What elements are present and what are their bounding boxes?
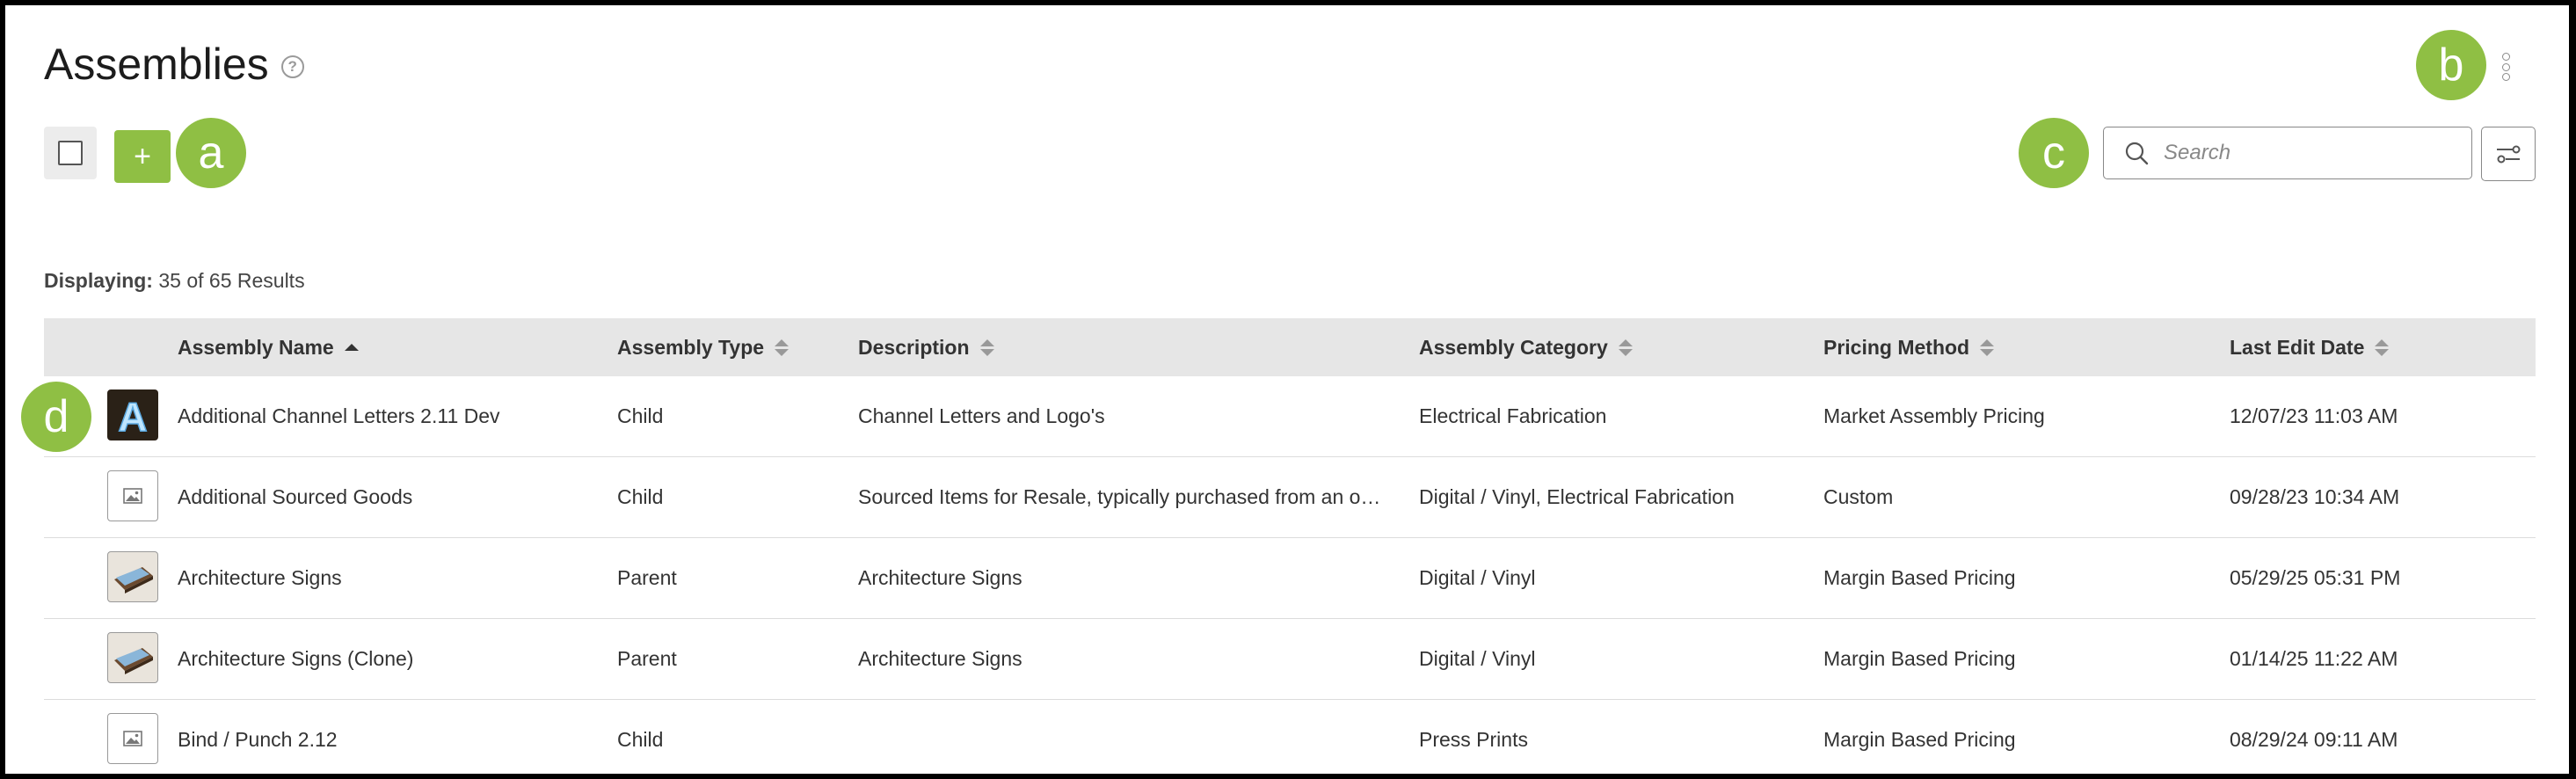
cell-description: Sourced Items for Resale, typically purc… <box>858 485 1381 508</box>
sort-icon <box>1980 339 1995 356</box>
results-count: Displaying: 35 of 65 Results <box>44 269 305 293</box>
sort-icon <box>1618 339 1633 356</box>
cell-pricing-method: Market Assembly Pricing <box>1823 404 2045 427</box>
cell-assembly-name[interactable]: Bind / Punch 2.12 <box>178 700 600 774</box>
sort-icon <box>979 339 994 356</box>
column-header-pricing-method[interactable]: Pricing Method <box>1823 318 1995 376</box>
sort-ascending-icon <box>344 344 359 351</box>
more-options-icon[interactable] <box>2500 53 2511 81</box>
cell-assembly-category: Digital / Vinyl, Electrical Fabrication <box>1419 485 1735 508</box>
cell-pricing-method: Margin Based Pricing <box>1823 647 2016 670</box>
cell-assembly-name[interactable]: Architecture Signs (Clone) <box>178 619 600 699</box>
cell-description: Architecture Signs <box>858 647 1022 670</box>
callout-badge-b: b <box>2416 30 2486 100</box>
cell-assembly-category: Press Prints <box>1419 728 1528 751</box>
cell-assembly-name[interactable]: Additional Sourced Goods <box>178 457 600 537</box>
column-header-assembly-type[interactable]: Assembly Type <box>617 318 790 376</box>
search-input[interactable] <box>2162 140 2447 166</box>
callout-badge-d: d <box>21 382 91 452</box>
column-label: Last Edit Date <box>2230 335 2365 359</box>
cell-assembly-type: Child <box>617 485 664 508</box>
column-header-assembly-category[interactable]: Assembly Category <box>1419 318 1633 376</box>
table-header: Assembly Name Assembly Type Description … <box>44 318 2536 376</box>
column-header-last-edit-date[interactable]: Last Edit Date <box>2230 318 2390 376</box>
column-label: Assembly Category <box>1419 335 1608 359</box>
cell-assembly-type: Child <box>617 728 664 751</box>
callout-badge-a: a <box>176 118 246 188</box>
cell-last-edit-date: 05/29/25 05:31 PM <box>2230 566 2401 589</box>
cell-assembly-category: Digital / Vinyl <box>1419 566 1536 589</box>
search-box[interactable] <box>2103 127 2472 179</box>
sign-photo <box>107 551 158 602</box>
table-row[interactable]: A Additional Channel Letters 2.11 Dev Ch… <box>44 376 2536 457</box>
title-row: Assemblies ? <box>44 39 304 90</box>
image-placeholder-icon <box>107 713 158 764</box>
cell-assembly-type: Parent <box>617 647 677 670</box>
cell-assembly-name[interactable]: Architecture Signs <box>178 538 600 618</box>
table-row[interactable]: Additional Sourced Goods Child Sourced I… <box>44 457 2536 538</box>
sliders-icon <box>2497 145 2521 164</box>
column-header-description[interactable]: Description <box>858 318 994 376</box>
cell-pricing-method: Margin Based Pricing <box>1823 566 2016 589</box>
cell-assembly-name[interactable]: Additional Channel Letters 2.11 Dev <box>178 376 600 456</box>
cell-pricing-method: Custom <box>1823 485 1894 508</box>
results-count-label: Displaying: <box>44 269 153 292</box>
page-title: Assemblies <box>44 40 269 89</box>
cell-assembly-type: Parent <box>617 566 677 589</box>
callout-badge-c: c <box>2019 118 2089 188</box>
checkbox-box <box>58 141 83 165</box>
column-header-assembly-name[interactable]: Assembly Name <box>178 318 359 376</box>
cell-description <box>858 700 1403 774</box>
cell-last-edit-date: 12/07/23 11:03 AM <box>2230 404 2398 427</box>
sign-photo <box>107 632 158 683</box>
cell-assembly-category: Electrical Fabrication <box>1419 404 1607 427</box>
table-row[interactable]: Architecture Signs (Clone) Parent Archit… <box>44 619 2536 700</box>
cell-last-edit-date: 08/29/24 09:11 AM <box>2230 728 2398 751</box>
add-assembly-button[interactable]: + <box>114 130 171 183</box>
table-row[interactable]: Bind / Punch 2.12 Child Press Prints Mar… <box>44 700 2536 774</box>
table-row[interactable]: Architecture Signs Parent Architecture S… <box>44 538 2536 619</box>
cell-assembly-category: Digital / Vinyl <box>1419 647 1536 670</box>
letter-A-image: A <box>107 390 158 440</box>
cell-assembly-type: Child <box>617 404 664 427</box>
sort-icon <box>2375 339 2390 356</box>
column-label: Description <box>858 335 970 359</box>
assemblies-table: Assembly Name Assembly Type Description … <box>44 318 2536 774</box>
column-label: Assembly Type <box>617 335 765 359</box>
cell-last-edit-date: 01/14/25 11:22 AM <box>2230 647 2398 670</box>
cell-pricing-method: Margin Based Pricing <box>1823 728 2016 751</box>
select-all-checkbox[interactable] <box>44 127 97 179</box>
assemblies-page: Assemblies ? b + a c Displaying: 35 of 6… <box>5 5 2569 774</box>
image-placeholder-icon <box>107 470 158 521</box>
search-icon <box>2125 142 2149 165</box>
cell-last-edit-date: 09/28/23 10:34 AM <box>2230 485 2400 508</box>
help-icon[interactable]: ? <box>280 55 304 78</box>
column-label: Assembly Name <box>178 335 334 359</box>
column-label: Pricing Method <box>1823 335 1970 359</box>
cell-description: Channel Letters and Logo's <box>858 404 1105 427</box>
cell-description: Architecture Signs <box>858 566 1022 589</box>
filter-button[interactable] <box>2481 127 2536 181</box>
results-count-text: 35 of 65 Results <box>158 269 305 292</box>
svg-text:A: A <box>118 394 147 439</box>
sort-icon <box>775 339 790 356</box>
